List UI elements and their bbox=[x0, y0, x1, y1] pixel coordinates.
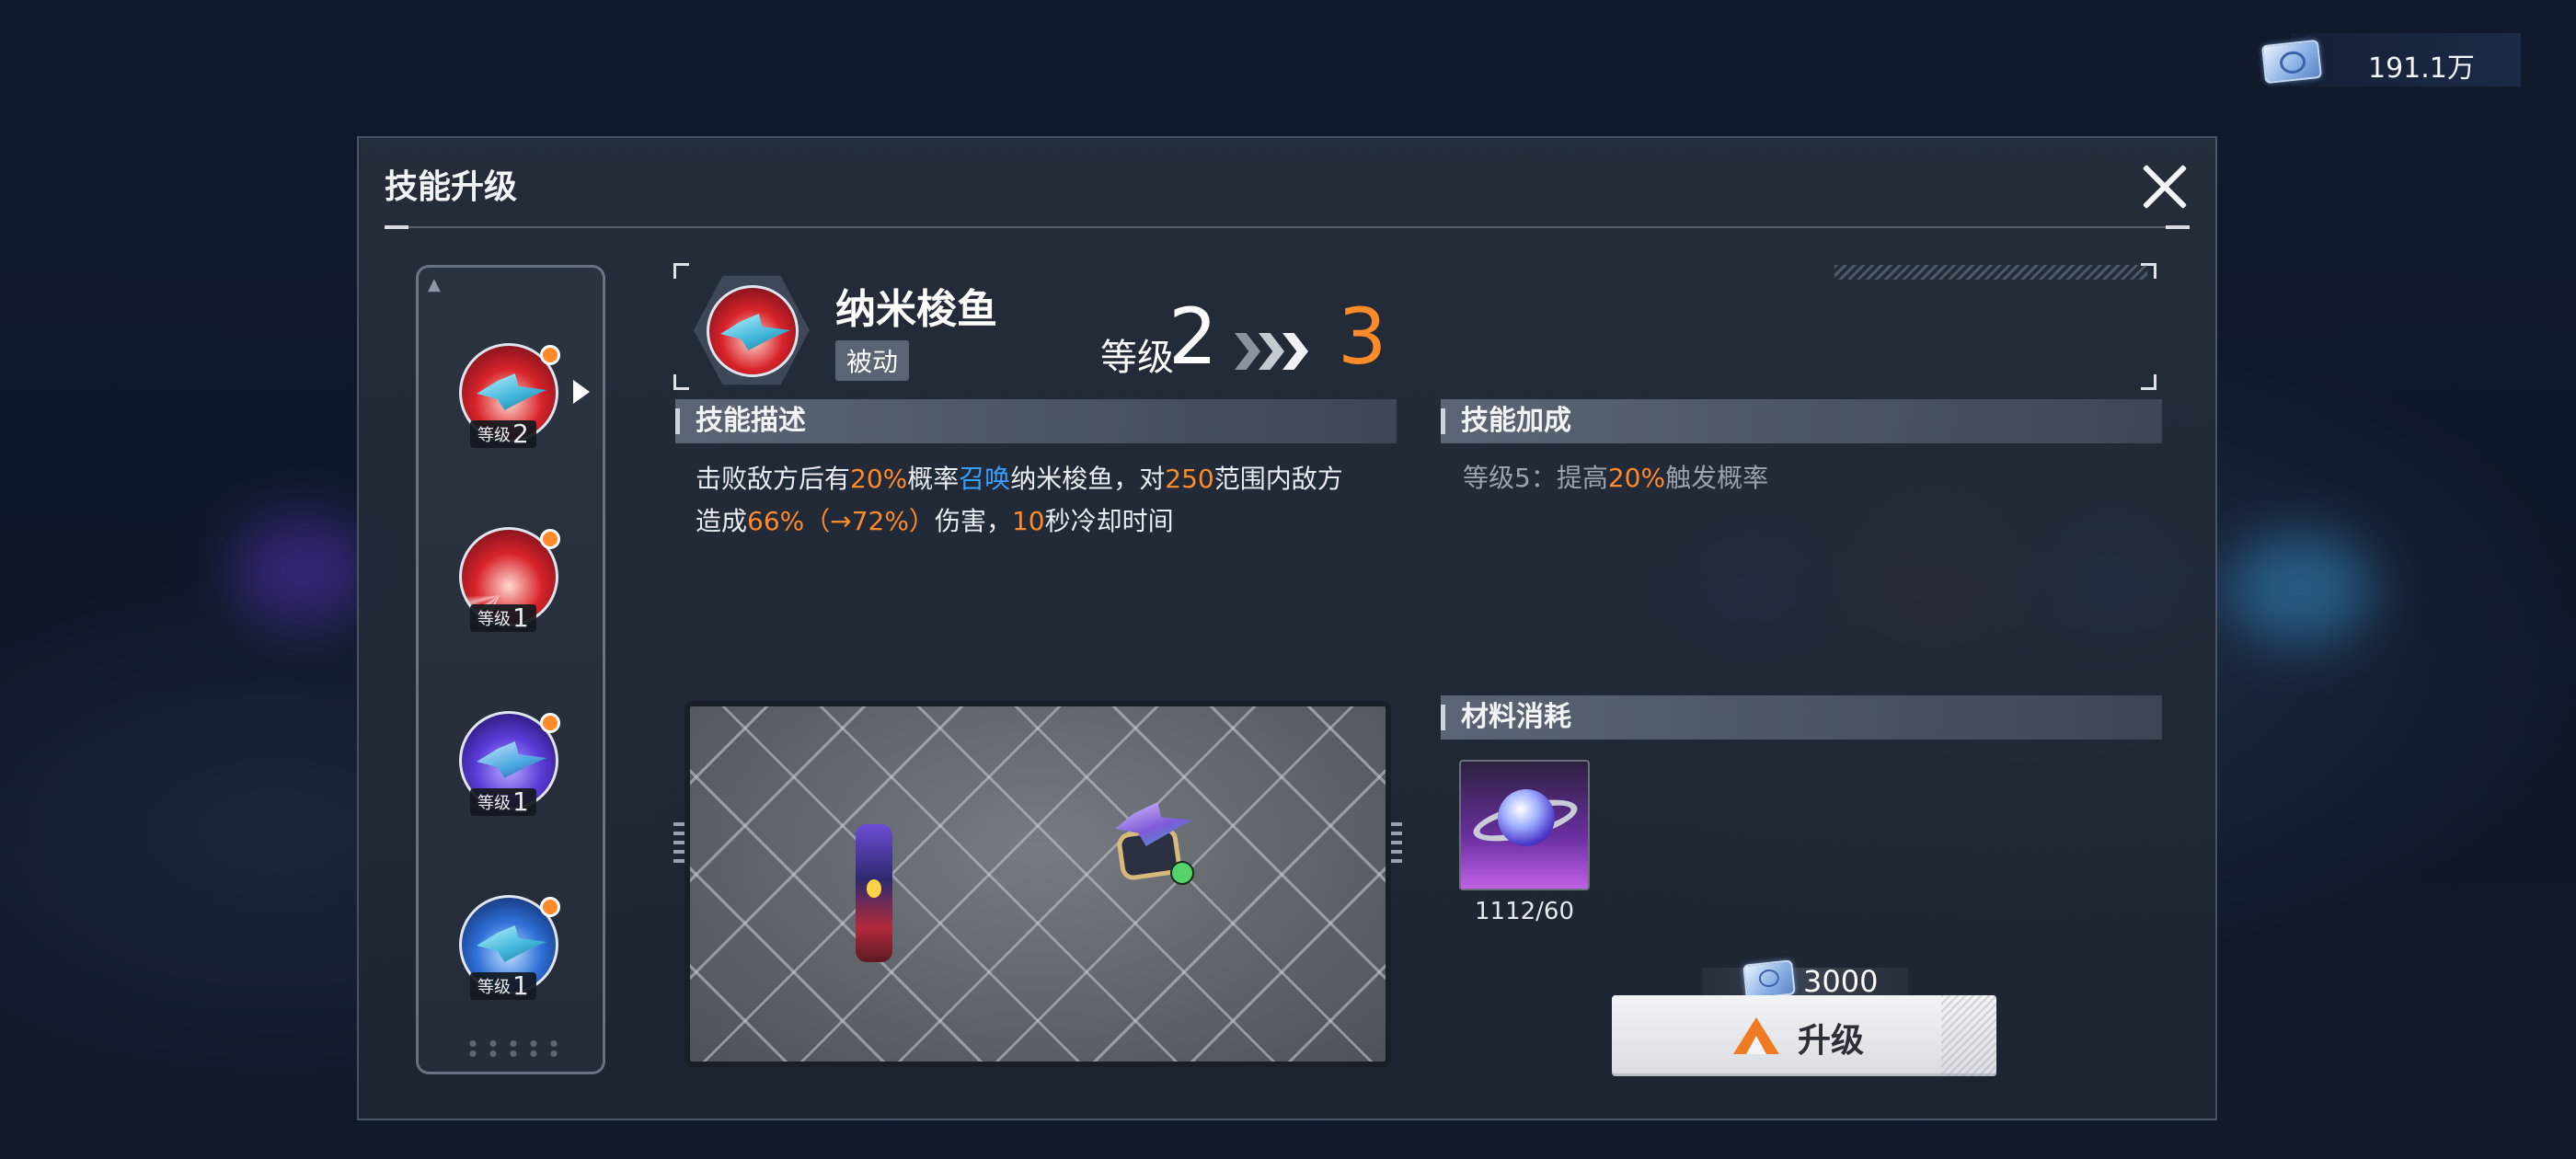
ticket-icon bbox=[1742, 959, 1796, 1000]
material-count: 1112/60 bbox=[1474, 898, 1574, 925]
upgrade-button[interactable]: 升级 bbox=[1612, 995, 1996, 1076]
skill-preview bbox=[684, 701, 1391, 1067]
chevron-right-icon bbox=[1259, 333, 1284, 370]
bg-blur-icon bbox=[230, 515, 377, 625]
chevron-right-icon bbox=[1235, 333, 1260, 370]
skill-level-tag: 等级1 bbox=[470, 788, 536, 816]
barracuda-icon bbox=[707, 285, 799, 377]
description-heading: 技能描述 bbox=[675, 399, 1397, 443]
player-unit bbox=[856, 824, 892, 962]
title-divider bbox=[385, 225, 2190, 229]
skill-item-2[interactable]: 等级1 bbox=[459, 527, 562, 632]
selected-arrow-icon bbox=[573, 380, 590, 404]
energy-orb-icon bbox=[1498, 789, 1555, 846]
skill-upgrade-dialog: 技能升级 ▲ 等级2 等级1 等级1 等级1 纳米梭鱼 被动 等级 2 3 技能… bbox=[357, 136, 2217, 1120]
bg-blur-icon bbox=[2226, 534, 2374, 644]
currency-value: 191.1万 bbox=[2368, 52, 2475, 85]
skill-description: 击败敌方后有20%概率召唤纳米梭鱼，对250范围内敌方 造成66%（→72%）伤… bbox=[696, 464, 1343, 536]
ticket-icon bbox=[2260, 39, 2323, 85]
barracuda-drone bbox=[1115, 802, 1194, 885]
currency-display: 191.1万 bbox=[2260, 33, 2521, 86]
next-level: 3 bbox=[1338, 292, 1387, 382]
skill-item-3[interactable]: 等级1 bbox=[459, 711, 562, 816]
material-item[interactable] bbox=[1459, 760, 1590, 890]
notification-dot bbox=[540, 897, 560, 917]
decorative-hatch bbox=[1834, 265, 2147, 280]
preview-grip bbox=[1391, 822, 1402, 863]
skill-list: ▲ 等级2 等级1 等级1 等级1 bbox=[416, 265, 605, 1074]
chevron-right-icon bbox=[1282, 333, 1308, 370]
upgrade-arrow-icon bbox=[1733, 1017, 1779, 1054]
skill-header: 纳米梭鱼 被动 等级 2 3 bbox=[673, 263, 2156, 390]
notification-dot bbox=[540, 345, 560, 365]
bonus-heading: 技能加成 bbox=[1441, 399, 2162, 443]
level-label: 等级 bbox=[1100, 337, 1174, 379]
skill-type-tag: 被动 bbox=[835, 340, 910, 381]
skill-item-nano-barracuda[interactable]: 等级2 bbox=[459, 343, 590, 448]
skill-level-tag: 等级1 bbox=[470, 604, 536, 632]
notification-dot bbox=[540, 529, 560, 549]
notification-dot bbox=[540, 713, 560, 733]
decorative-hatch bbox=[1941, 995, 1996, 1076]
cost-value: 3000 bbox=[1803, 964, 1879, 999]
decorative-dots bbox=[463, 1039, 564, 1059]
skill-item-4[interactable]: 等级1 bbox=[459, 895, 562, 1000]
skill-name: 纳米梭鱼 bbox=[835, 286, 997, 333]
materials-heading: 材料消耗 bbox=[1441, 695, 2162, 740]
upgrade-button-label: 升级 bbox=[1798, 1022, 1865, 1060]
warning-icon: ▲ bbox=[428, 275, 441, 294]
close-button[interactable] bbox=[2138, 160, 2191, 213]
current-level: 2 bbox=[1168, 292, 1218, 382]
skill-level-tag: 等级2 bbox=[470, 420, 536, 448]
skill-bonus: 等级5：提高20%触发概率 bbox=[1463, 463, 1769, 493]
preview-grip bbox=[673, 822, 684, 863]
dialog-title: 技能升级 bbox=[385, 168, 518, 206]
upgrade-arrow-icon bbox=[1170, 861, 1194, 885]
skill-level-tag: 等级1 bbox=[470, 972, 536, 1000]
